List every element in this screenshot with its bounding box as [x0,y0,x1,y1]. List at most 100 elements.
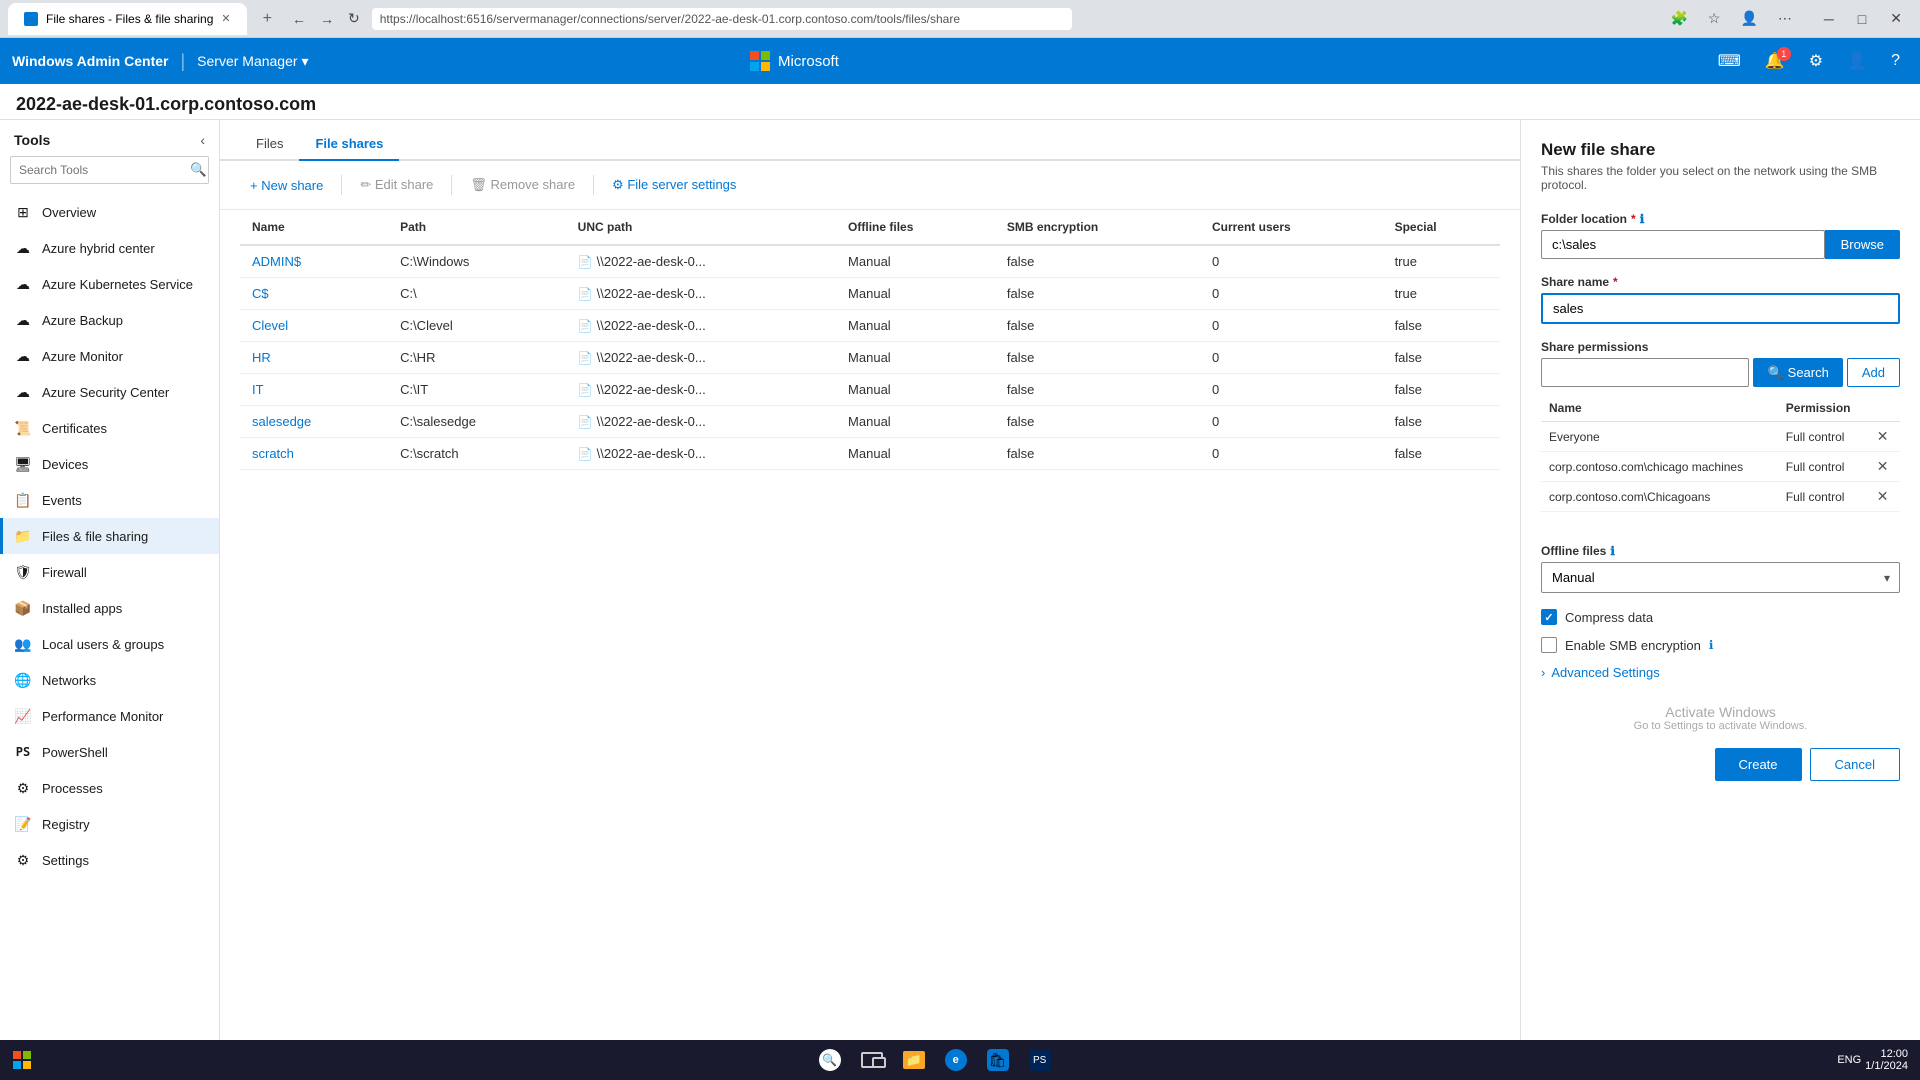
col-name[interactable]: Name [240,210,388,245]
browse-button[interactable]: Browse [1825,230,1900,259]
browser-tab[interactable]: File shares - Files & file sharing ✕ [8,3,247,35]
settings-button[interactable]: ⚙ [1801,47,1831,75]
file-server-settings-button[interactable]: ⚙ File server settings [602,171,746,199]
permissions-search-input[interactable] [1541,358,1749,387]
sidebar-item-firewall[interactable]: 🛡 Firewall [0,554,219,590]
smb-info-icon[interactable]: ℹ [1709,638,1714,652]
forward-button[interactable]: → [316,7,338,31]
tab-file-shares[interactable]: File shares [299,128,399,161]
advanced-settings-toggle[interactable]: › Advanced Settings [1541,665,1900,680]
taskbar-store[interactable]: 🛍 [978,1042,1018,1078]
sidebar-item-registry[interactable]: 📝 Registry [0,806,219,842]
search-input[interactable] [11,158,182,182]
cell-offline: Manual [836,342,995,374]
sidebar-item-local-users[interactable]: 👥 Local users & groups [0,626,219,662]
sidebar-item-certificates[interactable]: 📜 Certificates [0,410,219,446]
sidebar-item-installed-apps[interactable]: 📦 Installed apps [0,590,219,626]
sidebar-item-powershell[interactable]: PS PowerShell [0,734,219,770]
cancel-button[interactable]: Cancel [1810,748,1900,781]
compress-data-group[interactable]: ✓ Compress data [1541,609,1900,625]
taskbar-search[interactable]: 🔍 [810,1042,850,1078]
tab-files[interactable]: Files [240,128,299,161]
col-smb[interactable]: SMB encryption [995,210,1200,245]
sidebar-item-networks[interactable]: 🌐 Networks [0,662,219,698]
sidebar-item-azure-kubernetes[interactable]: ☁ Azure Kubernetes Service [0,266,219,302]
new-share-button[interactable]: + New share [240,172,333,199]
minimize-button[interactable]: ─ [1814,6,1844,31]
cell-special: true [1383,245,1500,278]
table-row: scratch C:\scratch 📄\\2022-ae-desk-0... … [240,438,1500,470]
taskbar: 🔍 📁 e 🛍 PS ENG 12:001/1/2024 [0,1040,1920,1080]
share-link[interactable]: Clevel [252,318,288,333]
sidebar-item-azure-hybrid[interactable]: ☁ Azure hybrid center [0,230,219,266]
tools-label: Tools [14,132,50,148]
remove-permission-button[interactable]: ✕ [1877,428,1889,445]
cell-offline: Manual [836,245,995,278]
share-link[interactable]: ADMIN$ [252,254,301,269]
profile-button[interactable]: 👤 [1734,6,1763,31]
tab-close-icon[interactable]: ✕ [221,12,230,25]
share-link[interactable]: C$ [252,286,269,301]
registry-icon: 📝 [14,815,32,833]
col-path[interactable]: Path [388,210,566,245]
edit-share-button[interactable]: ✏ Edit share [350,171,443,199]
taskbar-edge[interactable]: e [936,1042,976,1078]
compress-data-checkbox[interactable]: ✓ [1541,609,1557,625]
taskbar-terminal[interactable]: PS [1020,1042,1060,1078]
share-name-input[interactable] [1541,293,1900,324]
extensions-button[interactable]: 🧩 [1664,6,1693,31]
offline-info-icon[interactable]: ℹ [1610,544,1615,558]
create-button[interactable]: Create [1715,748,1802,781]
terminal-button[interactable]: ⌨ [1710,47,1749,75]
taskbar-file-explorer[interactable]: 📁 [894,1042,934,1078]
share-link[interactable]: IT [252,382,264,397]
sidebar-item-performance[interactable]: 📈 Performance Monitor [0,698,219,734]
sidebar-item-azure-monitor[interactable]: ☁ Azure Monitor [0,338,219,374]
folder-location-input[interactable] [1541,230,1825,259]
smb-encryption-checkbox[interactable] [1541,637,1557,653]
search-icon[interactable]: 🔍 [182,157,215,183]
cell-special: false [1383,342,1500,374]
permissions-search-button[interactable]: 🔍 Search [1753,358,1842,387]
sidebar-item-azure-security[interactable]: ☁ Azure Security Center [0,374,219,410]
user-button[interactable]: 👤 [1839,47,1875,75]
sidebar-item-processes[interactable]: ⚙ Processes [0,770,219,806]
remove-permission-button[interactable]: ✕ [1877,458,1889,475]
sidebar-item-azure-backup[interactable]: ☁ Azure Backup [0,302,219,338]
back-button[interactable]: ← [288,7,310,31]
folder-info-icon[interactable]: ℹ [1640,212,1645,226]
col-users[interactable]: Current users [1200,210,1383,245]
cell-offline: Manual [836,374,995,406]
col-special[interactable]: Special [1383,210,1500,245]
server-manager-section[interactable]: Server Manager ▾ [197,53,308,70]
sidebar-item-settings[interactable]: ⚙ Settings [0,842,219,878]
sidebar-item-files-sharing[interactable]: 📁 Files & file sharing [0,518,219,554]
close-button[interactable]: ✕ [1880,6,1912,31]
sidebar-item-events[interactable]: 📋 Events [0,482,219,518]
add-permission-button[interactable]: Add [1847,358,1900,387]
notifications-button[interactable]: 🔔 1 [1757,47,1793,75]
sidebar-item-overview[interactable]: ⊞ Overview [0,194,219,230]
favorites-button[interactable]: ☆ [1702,6,1727,31]
help-button[interactable]: ? [1883,48,1908,74]
advanced-settings-label: Advanced Settings [1551,665,1659,680]
share-link[interactable]: salesedge [252,414,311,429]
new-tab-button[interactable]: + [255,6,280,32]
devices-icon: 🖥 [14,455,32,473]
more-button[interactable]: ⋯ [1772,6,1798,31]
taskbar-task-view[interactable] [852,1042,892,1078]
refresh-button[interactable]: ↻ [344,6,364,31]
col-unc[interactable]: UNC path [566,210,836,245]
smb-encryption-group[interactable]: Enable SMB encryption ℹ [1541,637,1900,653]
col-offline[interactable]: Offline files [836,210,995,245]
share-link[interactable]: scratch [252,446,294,461]
maximize-button[interactable]: □ [1848,6,1876,31]
sidebar-item-devices[interactable]: 🖥 Devices [0,446,219,482]
address-bar[interactable]: https://localhost:6516/servermanager/con… [372,8,1072,30]
sidebar-collapse-button[interactable]: ‹ [200,132,205,148]
start-button[interactable] [4,1042,40,1078]
remove-share-button[interactable]: 🗑 Remove share [460,171,585,199]
offline-files-select[interactable]: Manual None All [1541,562,1900,593]
remove-permission-button[interactable]: ✕ [1877,488,1889,505]
share-link[interactable]: HR [252,350,271,365]
